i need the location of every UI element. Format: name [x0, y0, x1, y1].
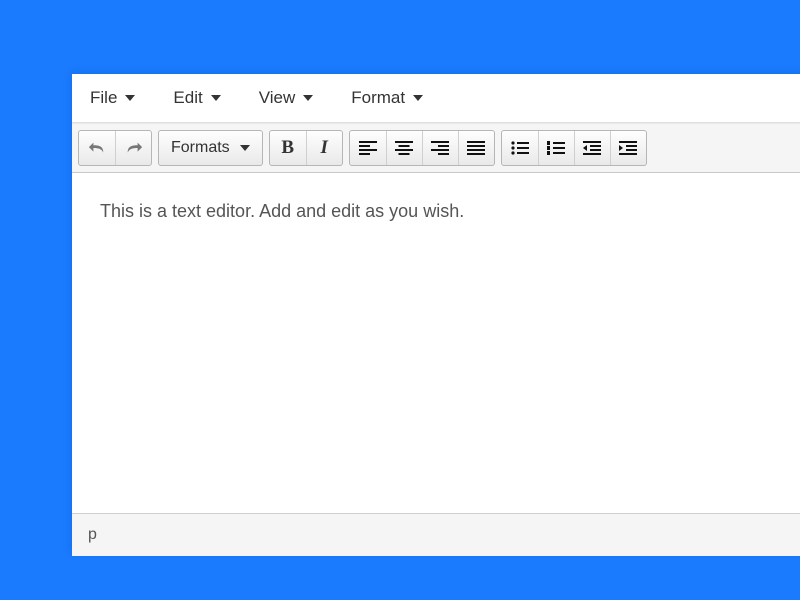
align-left-button[interactable]	[350, 131, 386, 165]
toolbar: Formats B I	[72, 123, 800, 173]
caret-down-icon	[303, 95, 313, 101]
history-group	[78, 130, 152, 166]
italic-button[interactable]: I	[306, 131, 342, 165]
menu-edit[interactable]: Edit	[173, 88, 220, 108]
bullet-list-icon	[511, 140, 529, 156]
editor-window: File Edit View Format	[72, 74, 800, 556]
align-justify-button[interactable]	[458, 131, 494, 165]
bold-button[interactable]: B	[270, 131, 306, 165]
undo-button[interactable]	[79, 131, 115, 165]
align-justify-icon	[467, 140, 485, 156]
editor-paragraph: This is a text editor. Add and edit as y…	[100, 201, 800, 222]
styling-group: B I	[269, 130, 343, 166]
menu-format-label: Format	[351, 88, 405, 108]
redo-icon	[125, 140, 143, 156]
element-path[interactable]: p	[88, 526, 97, 543]
bullet-list-button[interactable]	[502, 131, 538, 165]
menu-format[interactable]: Format	[351, 88, 423, 108]
formats-group: Formats	[158, 130, 263, 166]
outdent-button[interactable]	[574, 131, 610, 165]
menu-view-label: View	[259, 88, 296, 108]
caret-down-icon	[240, 145, 250, 151]
align-center-button[interactable]	[386, 131, 422, 165]
editor-content-area[interactable]: This is a text editor. Add and edit as y…	[72, 173, 800, 513]
numbered-list-icon	[547, 140, 565, 156]
outdent-icon	[583, 140, 601, 156]
indent-button[interactable]	[610, 131, 646, 165]
menu-view[interactable]: View	[259, 88, 314, 108]
align-right-button[interactable]	[422, 131, 458, 165]
caret-down-icon	[125, 95, 135, 101]
align-right-icon	[431, 140, 449, 156]
statusbar: p	[72, 513, 800, 556]
menu-file[interactable]: File	[90, 88, 135, 108]
menu-file-label: File	[90, 88, 117, 108]
caret-down-icon	[413, 95, 423, 101]
align-center-icon	[395, 140, 413, 156]
formats-label: Formats	[171, 139, 230, 157]
redo-button[interactable]	[115, 131, 151, 165]
menubar: File Edit View Format	[72, 74, 800, 123]
menu-edit-label: Edit	[173, 88, 202, 108]
numbered-list-button[interactable]	[538, 131, 574, 165]
alignment-group	[349, 130, 495, 166]
undo-icon	[88, 140, 106, 156]
caret-down-icon	[211, 95, 221, 101]
bold-label: B	[281, 137, 294, 159]
italic-label: I	[320, 137, 327, 159]
indent-icon	[619, 140, 637, 156]
formats-dropdown[interactable]: Formats	[159, 131, 262, 165]
align-left-icon	[359, 140, 377, 156]
list-indent-group	[501, 130, 647, 166]
